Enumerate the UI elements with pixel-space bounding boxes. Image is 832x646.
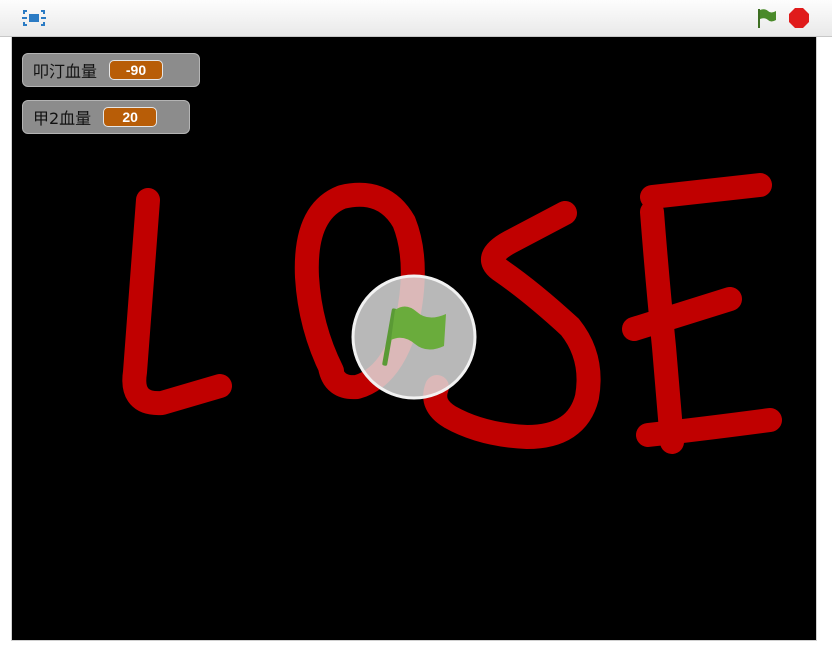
monitor-value: 20 <box>103 107 158 127</box>
player-controls-bar <box>0 0 832 37</box>
green-flag-icon <box>351 274 477 400</box>
monitor-label: 甲2血量 <box>33 109 92 128</box>
stop-icon[interactable] <box>788 7 810 29</box>
green-flag-icon[interactable] <box>755 7 779 29</box>
fullscreen-icon[interactable] <box>21 8 47 28</box>
monitor-label: 叩汀血量 <box>33 62 98 81</box>
variable-monitor[interactable]: 甲2血量 20 <box>22 100 190 134</box>
start-overlay-button[interactable] <box>351 274 477 400</box>
variable-monitor[interactable]: 叩汀血量 -90 <box>22 53 200 87</box>
stage-canvas[interactable]: 叩汀血量 -90 甲2血量 20 <box>12 37 816 640</box>
monitor-value: -90 <box>109 60 164 80</box>
